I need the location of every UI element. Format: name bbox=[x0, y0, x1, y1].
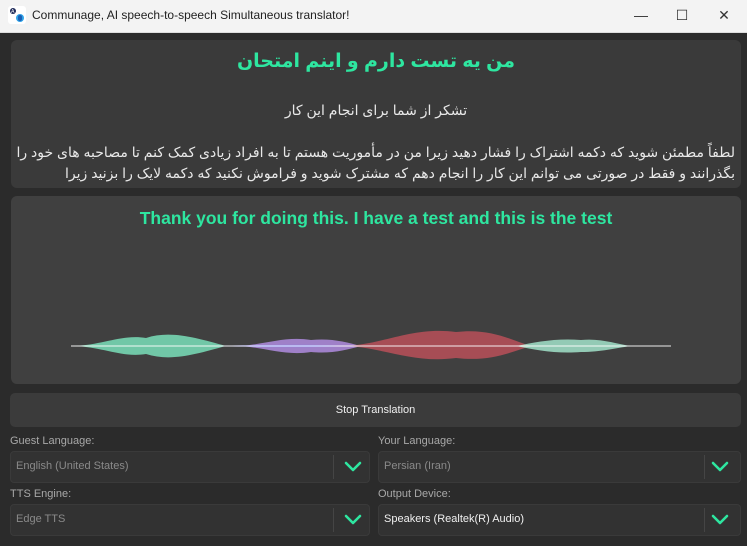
svg-text:A: A bbox=[11, 9, 15, 15]
source-paragraph: لطفاً مطمئن شوید که دکمه اشتراک را فشار … bbox=[16, 144, 736, 181]
window-title: Communage, AI speech-to-speech Simultane… bbox=[32, 8, 350, 22]
output-device-label: Output Device: bbox=[378, 488, 451, 500]
select-divider bbox=[333, 455, 334, 479]
maximize-icon: ☐ bbox=[675, 6, 689, 23]
source-text-panel[interactable]: من یه تست دارم و اینم امتحان تشکر از شما… bbox=[11, 40, 741, 188]
chevron-down-icon[interactable] bbox=[710, 458, 730, 476]
chevron-down-icon[interactable] bbox=[710, 511, 730, 529]
audio-waveform bbox=[71, 330, 671, 360]
close-button[interactable]: ✕ bbox=[701, 0, 747, 30]
tts-engine-label: TTS Engine: bbox=[10, 488, 72, 500]
translation-panel: Thank you for doing this. I have a test … bbox=[11, 196, 741, 384]
minimize-button[interactable]: — bbox=[618, 0, 664, 30]
your-language-select[interactable]: Persian (Iran) bbox=[378, 451, 741, 483]
guest-language-select[interactable]: English (United States) bbox=[10, 451, 370, 483]
output-device-value: Speakers (Realtek(R) Audio) bbox=[384, 513, 525, 525]
translated-text: Thank you for doing this. I have a test … bbox=[139, 208, 613, 228]
your-language-value: Persian (Iran) bbox=[384, 460, 451, 472]
close-icon: ✕ bbox=[718, 6, 730, 23]
your-language-label: Your Language: bbox=[378, 435, 456, 447]
select-divider bbox=[704, 455, 705, 479]
source-heading: من یه تست دارم و اینم امتحان bbox=[236, 51, 516, 72]
waveform-red bbox=[341, 330, 531, 360]
source-line: تشکر از شما برای انجام این کار bbox=[284, 102, 468, 118]
select-divider bbox=[333, 508, 334, 532]
stop-translation-button[interactable]: Stop Translation bbox=[10, 393, 741, 427]
title-bar: A Communage, AI speech-to-speech Simulta… bbox=[0, 0, 747, 33]
chevron-down-icon[interactable] bbox=[343, 511, 363, 529]
maximize-button[interactable]: ☐ bbox=[659, 0, 705, 30]
app-logo-icon: A bbox=[8, 6, 26, 24]
guest-language-label: Guest Language: bbox=[10, 435, 95, 447]
app-window: A Communage, AI speech-to-speech Simulta… bbox=[0, 0, 747, 546]
tts-engine-select[interactable]: Edge TTS bbox=[10, 504, 370, 536]
chevron-down-icon[interactable] bbox=[343, 458, 363, 476]
select-divider bbox=[704, 508, 705, 532]
minimize-icon: — bbox=[634, 7, 648, 23]
tts-engine-value: Edge TTS bbox=[16, 513, 66, 525]
output-device-select[interactable]: Speakers (Realtek(R) Audio) bbox=[378, 504, 741, 536]
guest-language-value: English (United States) bbox=[16, 460, 129, 472]
